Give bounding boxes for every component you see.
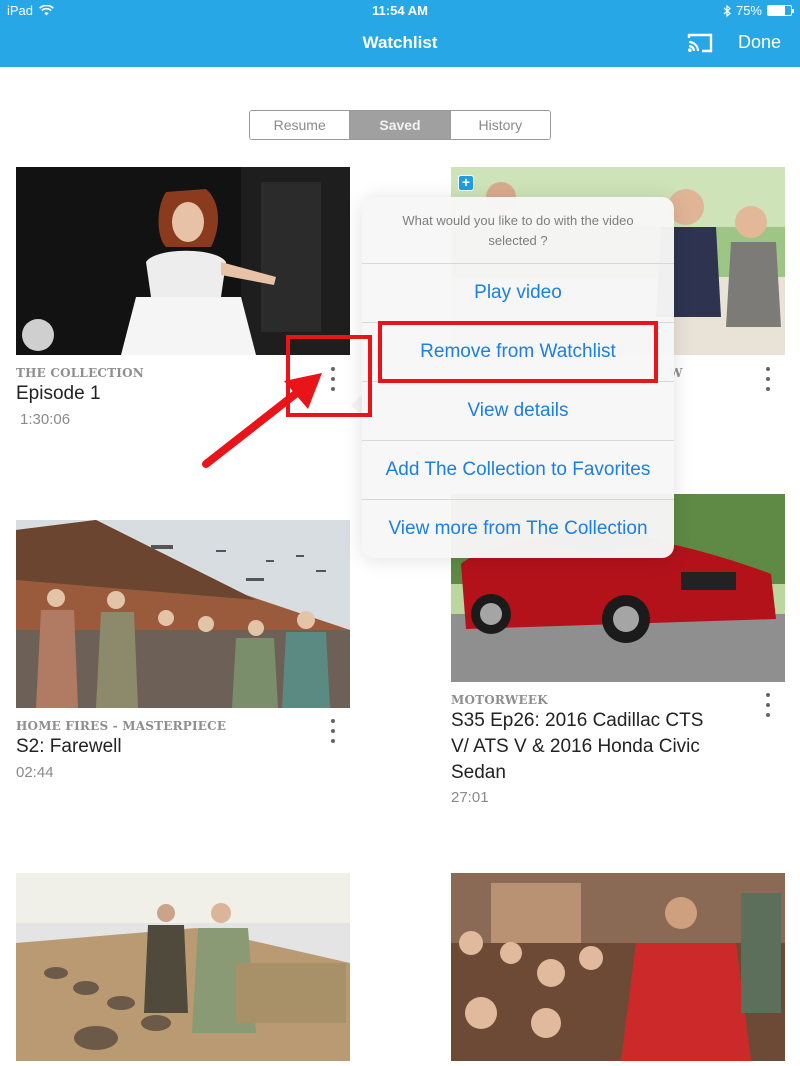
- play-video-button[interactable]: Play video: [362, 263, 674, 322]
- more-options-icon[interactable]: [327, 717, 339, 745]
- nav-header: iPad 11:54 AM 75% Watchlist Done: [0, 0, 800, 67]
- battery-percent: 75%: [735, 3, 762, 18]
- popover-question: What would you like to do with the video…: [402, 213, 634, 248]
- card-show-name: MOTORWEEK: [451, 693, 548, 707]
- video-thumbnail[interactable]: [451, 873, 785, 1061]
- card-show-name: HOME FIRES - MASTERPIECE: [16, 719, 227, 733]
- watchlist-content[interactable]: Resume Saved History THE COLLECTION Epis…: [0, 67, 800, 1066]
- annotation-arrow-icon: [202, 373, 322, 468]
- tab-history[interactable]: History: [450, 111, 550, 139]
- done-button[interactable]: Done: [738, 32, 781, 53]
- tab-saved[interactable]: Saved: [350, 111, 451, 139]
- annotation-box-remove: [378, 321, 658, 383]
- video-thumbnail[interactable]: [16, 167, 350, 355]
- add-to-favorites-button[interactable]: Add The Collection to Favorites: [362, 440, 674, 499]
- status-bar: iPad 11:54 AM 75%: [0, 0, 800, 22]
- battery-icon: [767, 5, 794, 16]
- page-title: Watchlist: [362, 33, 438, 52]
- add-badge-icon: +: [458, 175, 474, 191]
- card-duration: 27:01: [451, 789, 489, 806]
- cast-icon[interactable]: [686, 32, 714, 54]
- segmented-control: Resume Saved History: [249, 110, 551, 140]
- status-time: 11:54 AM: [372, 3, 428, 18]
- view-more-button[interactable]: View more from The Collection: [362, 499, 674, 558]
- more-options-icon[interactable]: [762, 365, 774, 393]
- video-thumbnail[interactable]: [16, 873, 350, 1061]
- video-card[interactable]: [16, 873, 350, 1061]
- bluetooth-icon: [723, 4, 731, 17]
- view-details-button[interactable]: View details: [362, 381, 674, 440]
- card-title: S35 Ep26: 2016 Cadillac CTS V/ ATS V & 2…: [451, 710, 704, 783]
- card-show-name: THE COLLECTION: [16, 366, 144, 380]
- video-card[interactable]: [451, 873, 785, 1061]
- card-duration: 1:30:06: [20, 411, 71, 428]
- card-duration: 02:44: [16, 764, 54, 781]
- tab-resume[interactable]: Resume: [250, 111, 351, 139]
- battery-fill: [768, 6, 786, 15]
- more-options-icon[interactable]: [762, 691, 774, 719]
- video-thumbnail[interactable]: [16, 520, 350, 708]
- card-title: S2: Farewell: [16, 736, 122, 757]
- status-right: 75%: [723, 3, 794, 18]
- video-card[interactable]: HOME FIRES - MASTERPIECE S2: Farewell 02…: [16, 520, 350, 810]
